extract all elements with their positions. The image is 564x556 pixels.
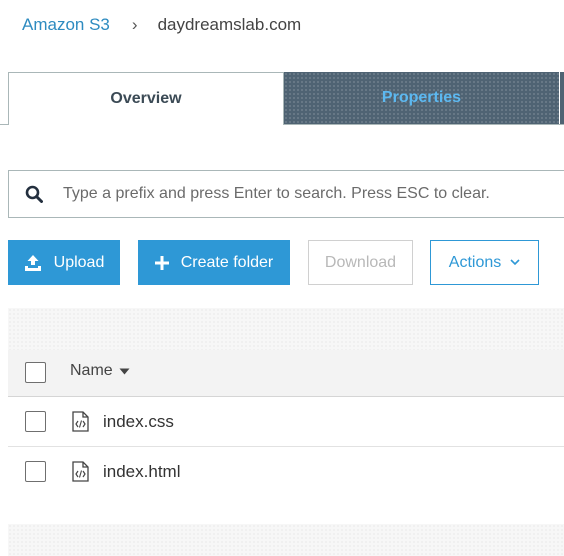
sort-caret-down-icon [119,368,130,375]
search-bar [8,170,564,218]
name-column-header[interactable]: Name [70,362,130,380]
search-icon [25,185,43,203]
select-all-checkbox[interactable] [25,362,46,383]
table-header: Name [8,350,564,397]
upload-button[interactable]: Upload [8,240,120,285]
upload-icon [24,254,42,272]
table-top-band [8,308,564,350]
download-button[interactable]: Download [308,240,413,285]
chevron-down-icon [510,259,520,266]
actions-label: Actions [448,253,502,271]
create-folder-button[interactable]: Create folder [138,240,290,285]
table-bottom-band [8,524,564,556]
code-file-icon [72,461,89,487]
search-input[interactable] [63,185,564,203]
download-label: Download [324,253,397,271]
row-checkbox[interactable] [25,461,46,482]
breadcrumb: Amazon S3 › daydreamslab.com [22,15,301,35]
table-row[interactable]: index.css [8,397,564,447]
tab-properties-label: Properties [381,89,462,106]
s3-bucket-page: Amazon S3 › daydreamslab.com Overview Pr… [0,0,564,556]
breadcrumb-current: daydreamslab.com [157,15,302,34]
file-name-link[interactable]: index.css [103,412,174,432]
tab-properties[interactable]: Properties [284,72,559,124]
breadcrumb-root-link[interactable]: Amazon S3 [22,15,110,35]
breadcrumb-separator: › [131,15,138,34]
actions-dropdown-button[interactable]: Actions [430,240,539,285]
row-checkbox[interactable] [25,411,46,432]
table-row[interactable]: index.html [8,447,564,497]
create-folder-label: Create folder [180,253,274,271]
name-column-label: Name [70,362,113,379]
file-name-link[interactable]: index.html [103,462,180,482]
tab-overview[interactable]: Overview [8,72,284,125]
code-file-icon [72,411,89,437]
upload-label: Upload [53,253,105,271]
plus-icon [154,255,169,270]
tab-overflow-edge [560,72,564,124]
tab-overview-label: Overview [110,90,182,107]
